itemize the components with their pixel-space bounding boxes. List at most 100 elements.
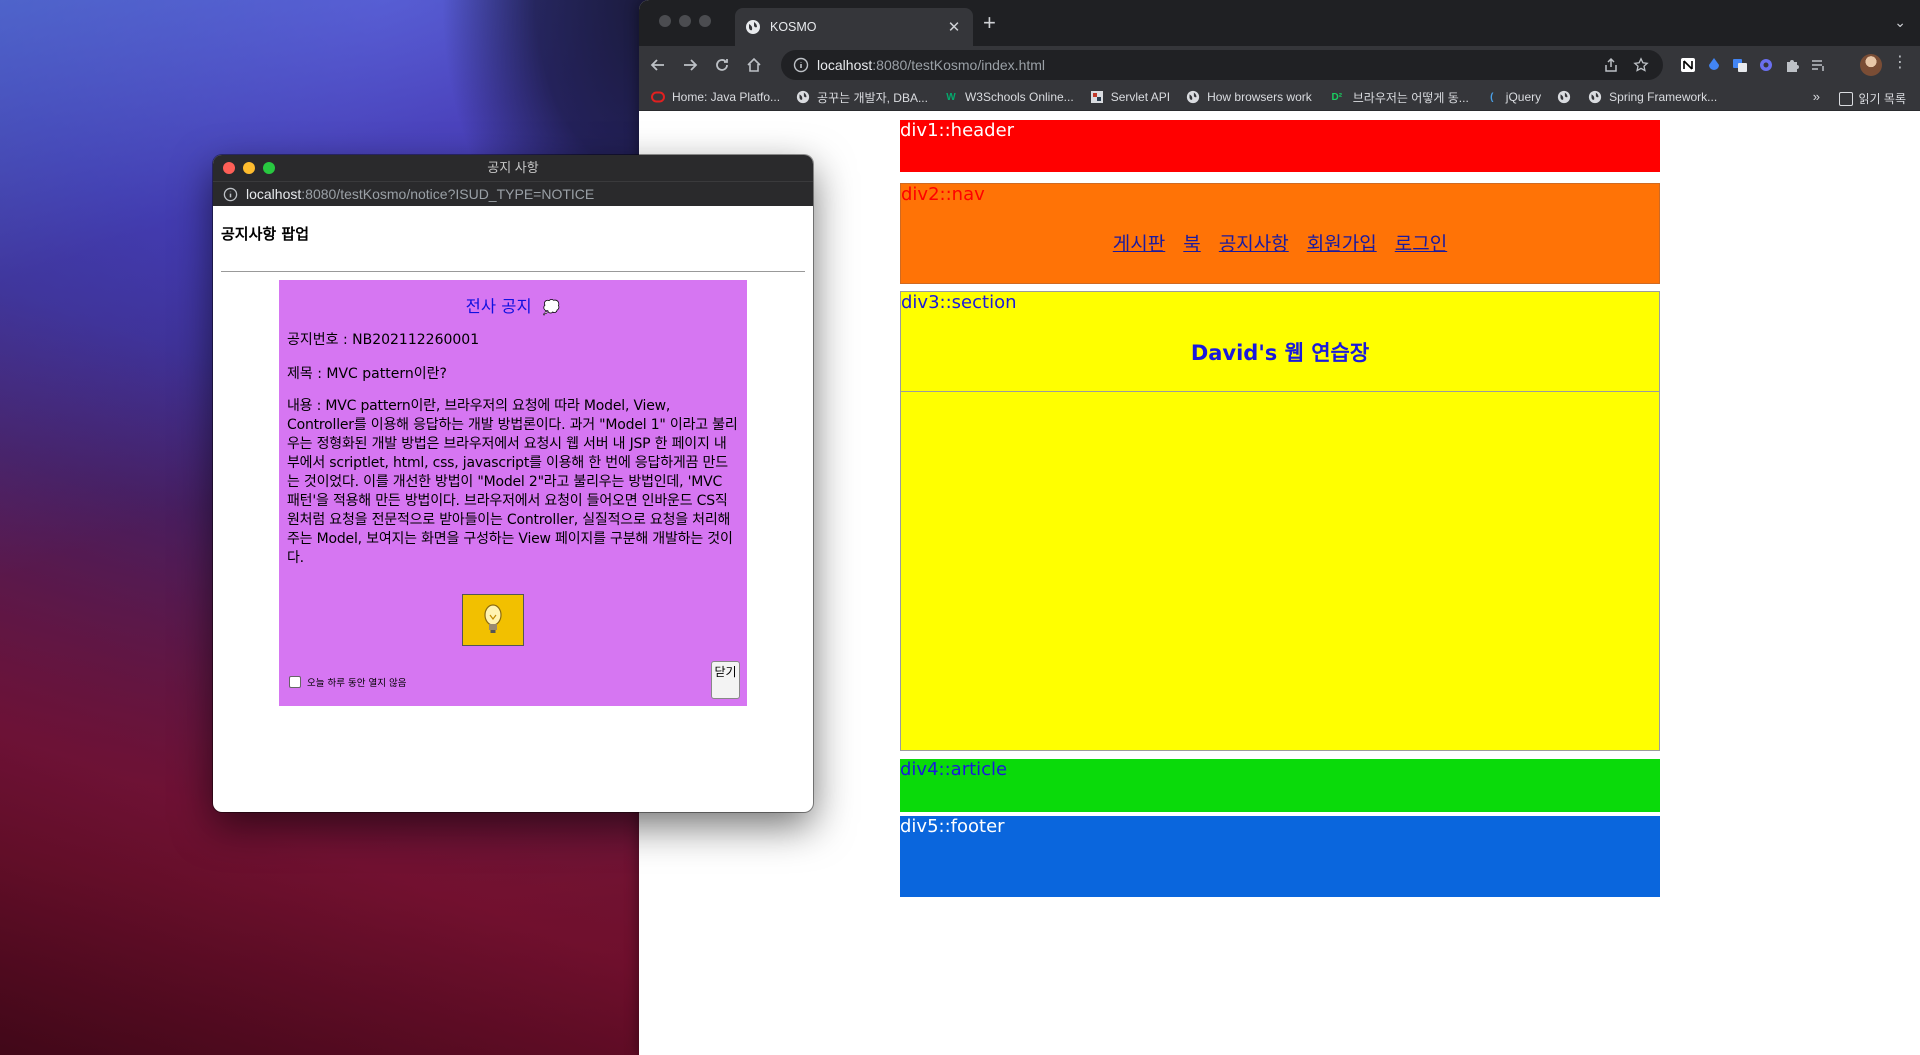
home-icon xyxy=(747,57,761,72)
notion-extension-icon[interactable] xyxy=(1680,57,1696,73)
url-host: localhost xyxy=(817,57,873,73)
info-icon[interactable] xyxy=(793,57,809,73)
dont-show-today-checkbox[interactable]: 오늘 하루 동안 열지 않음 xyxy=(289,675,406,689)
bookmark-item[interactable]: ( jQuery xyxy=(1485,90,1541,104)
popup-close-button[interactable] xyxy=(223,162,235,174)
popup-window-title: 공지 사항 xyxy=(487,160,539,175)
reload-button[interactable] xyxy=(706,50,738,80)
zoom-window-button[interactable] xyxy=(699,15,711,27)
bookmark-label: W3Schools Online... xyxy=(964,90,1074,104)
bookmark-item[interactable]: D² 브라우저는 어떻게 동... xyxy=(1328,89,1469,106)
bookmark-label: How browsers work xyxy=(1207,90,1312,104)
section-heading: David's 웹 연습장 xyxy=(1190,341,1370,365)
browser-toolbar: localhost:8080/testKosmo/index.html ⋮ xyxy=(639,46,1920,84)
globe-icon xyxy=(1186,90,1200,104)
drop-extension-icon[interactable] xyxy=(1706,57,1722,73)
reading-list-icon xyxy=(1838,91,1853,106)
globe-icon xyxy=(1588,90,1602,104)
popup-window-controls xyxy=(223,162,275,174)
bookmark-item[interactable]: W W3Schools Online... xyxy=(944,90,1074,104)
more-bookmarks-icon[interactable]: » xyxy=(1813,89,1820,104)
bookmark-label: Home: Java Platfo... xyxy=(672,90,781,104)
home-button[interactable] xyxy=(738,50,770,80)
nav-link-login[interactable]: 로그인 xyxy=(1395,233,1447,255)
notice-title: 전사 공지 xyxy=(465,297,532,316)
popup-content: 공지사항 팝업 전사 공지 💭 공지번호 : NB202112260001 제목… xyxy=(213,206,813,812)
bookmark-label: 공꾸는 개발자, DBA... xyxy=(817,90,928,105)
address-bar[interactable]: localhost:8080/testKosmo/index.html xyxy=(781,50,1663,80)
globe-icon xyxy=(1557,90,1571,104)
section-divider xyxy=(901,391,1659,392)
checkbox-label: 오늘 하루 동안 열지 않음 xyxy=(307,678,407,689)
more-menu-icon[interactable]: ⋮ xyxy=(1892,55,1908,71)
tab-search-chevron-icon[interactable]: ⌄ xyxy=(1894,14,1906,31)
star-icon[interactable] xyxy=(1633,57,1649,73)
share-icon[interactable] xyxy=(1603,57,1619,73)
bookmark-label: Servlet API xyxy=(1110,90,1171,104)
globe-icon xyxy=(746,20,760,34)
article-block: div4::article xyxy=(900,759,1660,812)
nav-link-notice[interactable]: 공지사항 xyxy=(1219,233,1289,255)
header-block: div1::header xyxy=(900,120,1660,172)
close-popup-button[interactable]: 닫기 xyxy=(711,661,740,699)
forward-button[interactable] xyxy=(674,50,706,80)
url-path: :8080/testKosmo/index.html xyxy=(872,57,1046,73)
info-icon[interactable] xyxy=(223,187,238,202)
article-label: div4::article xyxy=(900,759,1008,780)
w3schools-icon: W xyxy=(946,91,956,103)
reading-list-button[interactable]: 읽기 목록 xyxy=(1838,90,1907,107)
globe-icon xyxy=(796,90,810,104)
nav-label: div2::nav xyxy=(901,184,985,205)
popup-minimize-button[interactable] xyxy=(243,162,255,174)
servlet-icon xyxy=(1090,90,1104,104)
bookmark-item[interactable] xyxy=(1557,90,1578,104)
tab-kosmo[interactable]: KOSMO ✕ xyxy=(735,8,973,46)
bookmark-item[interactable]: Servlet API xyxy=(1090,90,1170,104)
bookmark-label: 브라우저는 어떻게 동... xyxy=(1352,90,1469,105)
arrow-right-icon xyxy=(684,59,698,71)
notice-box: 전사 공지 💭 공지번호 : NB202112260001 제목 : MVC p… xyxy=(279,280,747,706)
checkbox-input[interactable] xyxy=(289,676,301,688)
back-button[interactable] xyxy=(642,50,674,80)
footer-label: div5::footer xyxy=(900,816,1005,837)
bookmark-item[interactable]: 공꾸는 개발자, DBA... xyxy=(796,89,928,106)
tab-strip: KOSMO ✕ + ⌄ xyxy=(639,0,1920,46)
nav-link-board[interactable]: 게시판 xyxy=(1113,233,1165,255)
puzzle-extensions-icon[interactable] xyxy=(1784,57,1800,73)
popup-zoom-button[interactable] xyxy=(263,162,275,174)
gear-extension-icon[interactable] xyxy=(1758,57,1774,73)
bookmark-item[interactable]: Home: Java Platfo... xyxy=(651,90,780,104)
translate-extension-icon[interactable] xyxy=(1732,57,1748,73)
close-window-button[interactable] xyxy=(659,15,671,27)
nav-block: div2::nav 게시판 북 공지사항 회원가입 로그인 xyxy=(900,183,1660,284)
minimize-window-button[interactable] xyxy=(679,15,691,27)
section-block: div3::section David's 웹 연습장 xyxy=(900,291,1660,751)
nav-link-signup[interactable]: 회원가입 xyxy=(1307,233,1377,255)
reload-icon xyxy=(716,59,728,71)
jquery-icon: ( xyxy=(1490,91,1494,103)
bookmark-label: jQuery xyxy=(1505,90,1542,104)
notice-content: 내용 : MVC pattern이란, 브라우저의 요청에 따라 Model, … xyxy=(287,398,738,566)
bookmarks-bar: Home: Java Platfo... 공꾸는 개발자, DBA... W W… xyxy=(639,84,1920,111)
lightbulb-image xyxy=(462,594,524,646)
bookmark-item[interactable]: How browsers work xyxy=(1186,90,1312,104)
popup-address-bar: localhost:8080/testKosmo/notice?ISUD_TYP… xyxy=(213,181,813,206)
nav-link-book[interactable]: 북 xyxy=(1183,233,1200,255)
d2-icon: D² xyxy=(1331,91,1343,103)
media-controls-icon[interactable] xyxy=(1810,57,1826,73)
bookmark-item[interactable]: Spring Framework... xyxy=(1588,90,1717,104)
lightbulb-icon xyxy=(484,604,502,633)
popup-divider xyxy=(221,271,805,272)
section-label: div3::section xyxy=(901,292,1017,313)
popup-url-host: localhost xyxy=(246,186,302,202)
notice-title-row: 전사 공지 💭 xyxy=(279,293,747,317)
close-button-label: 닫기 xyxy=(714,665,737,679)
window-controls xyxy=(659,15,711,27)
close-tab-icon[interactable]: ✕ xyxy=(945,18,963,36)
popup-titlebar[interactable]: 공지 사항 xyxy=(213,155,813,181)
footer-block: div5::footer xyxy=(900,816,1660,897)
reading-list-label: 읽기 목록 xyxy=(1858,92,1907,106)
popup-url-path: :8080/testKosmo/notice?ISUD_TYPE=NOTICE xyxy=(301,186,595,202)
new-tab-button[interactable]: + xyxy=(983,12,996,34)
profile-avatar[interactable] xyxy=(1860,54,1882,76)
